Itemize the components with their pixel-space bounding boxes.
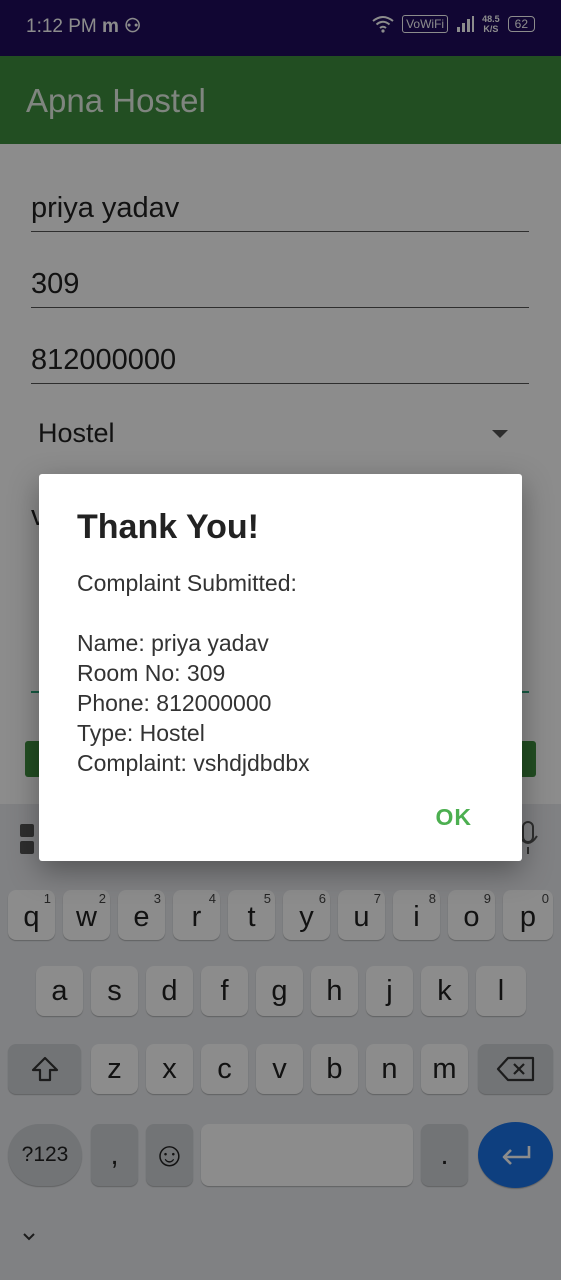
- dialog-line: Name: priya yadav: [77, 630, 269, 656]
- dialog-line: Phone: 812000000: [77, 690, 272, 716]
- dialog-title: Thank You!: [77, 508, 259, 546]
- dialog-line: Complaint: vshdjdbdbx: [77, 750, 310, 776]
- dialog-line: Type: Hostel: [77, 720, 205, 746]
- thank-you-dialog: Thank You! Complaint Submitted: Name: pr…: [39, 474, 522, 861]
- dialog-message: Complaint Submitted: Name: priya yadav R…: [77, 568, 310, 778]
- dialog-line: Room No: 309: [77, 660, 226, 686]
- dialog-line: Complaint Submitted:: [77, 570, 297, 596]
- dialog-line: [77, 598, 310, 628]
- ok-button[interactable]: OK: [436, 804, 473, 831]
